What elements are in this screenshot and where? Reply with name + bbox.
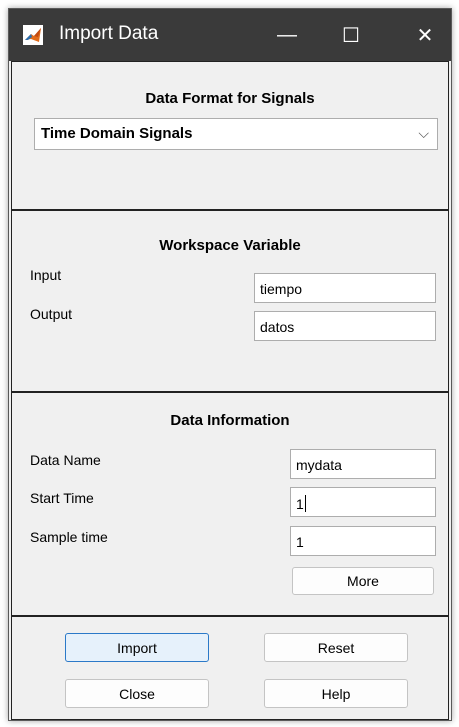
matlab-logo-icon <box>23 25 43 45</box>
title-bar[interactable]: Import Data — ☐ ✕ <box>9 9 451 61</box>
start-time-value: 1 <box>296 496 304 512</box>
workspace-variable-title: Workspace Variable <box>159 237 301 254</box>
data-information-title: Data Information <box>170 412 290 429</box>
import-data-window: Import Data — ☐ ✕ Data Format for Signal… <box>8 8 452 721</box>
chevron-down-icon: ⌵ <box>418 125 429 141</box>
output-variable-field[interactable]: datos <box>254 311 436 341</box>
start-time-field[interactable]: 1 <box>290 487 436 517</box>
close-button[interactable]: Close <box>65 679 209 708</box>
help-button[interactable]: Help <box>264 679 408 708</box>
start-time-label: Start Time <box>30 490 94 506</box>
minimize-button[interactable]: — <box>259 9 315 61</box>
data-format-title: Data Format for Signals <box>145 90 315 107</box>
more-button[interactable]: More <box>292 567 434 595</box>
window-title: Import Data <box>59 23 159 44</box>
data-information-panel: Data Information Data Name mydata Start … <box>11 392 449 616</box>
data-name-label: Data Name <box>30 452 101 468</box>
data-format-panel: Data Format for Signals Time Domain Sign… <box>11 61 449 210</box>
action-buttons-panel: Import Reset Close Help <box>11 616 449 720</box>
data-name-field[interactable]: mydata <box>290 449 436 479</box>
text-cursor <box>304 495 306 512</box>
data-format-select[interactable]: Time Domain Signals ⌵ <box>34 118 438 150</box>
input-label: Input <box>30 267 62 283</box>
close-window-button[interactable]: ✕ <box>397 9 453 61</box>
reset-button[interactable]: Reset <box>264 633 408 662</box>
import-button[interactable]: Import <box>65 633 209 662</box>
output-label: Output <box>30 306 73 322</box>
input-variable-field[interactable]: tiempo <box>254 273 436 303</box>
workspace-variable-panel: Workspace Variable Input tiempo Output d… <box>11 210 449 392</box>
data-format-selected: Time Domain Signals <box>41 125 193 142</box>
sample-time-label: Sample time <box>30 529 108 545</box>
sample-time-field[interactable]: 1 <box>290 526 436 556</box>
maximize-button[interactable]: ☐ <box>323 9 379 61</box>
